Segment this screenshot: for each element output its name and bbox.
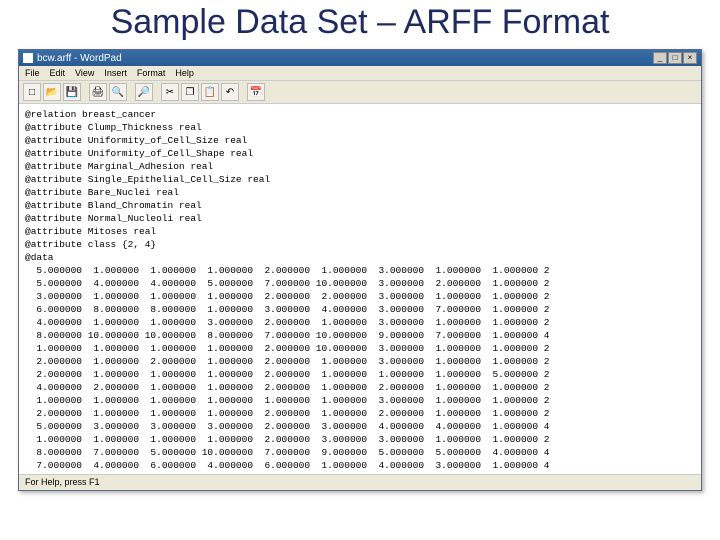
attribute-line: @attribute Clump_Thickness real [25, 121, 695, 134]
data-row: 5.000000 4.000000 4.000000 5.000000 7.00… [25, 277, 695, 290]
cut-icon[interactable]: ✂ [161, 83, 179, 101]
new-icon[interactable]: □ [23, 83, 41, 101]
attribute-line: @attribute Mitoses real [25, 225, 695, 238]
wordpad-window: bcw.arff - WordPad _ □ × File Edit View Ins… [18, 49, 702, 491]
menu-view[interactable]: View [75, 68, 94, 78]
toolbar: □📂💾 🖨🔍 🔎 ✂❐📋↶ 📅 [19, 81, 701, 104]
attribute-line: @attribute Marginal_Adhesion real [25, 160, 695, 173]
preview-icon[interactable]: 🔍 [109, 83, 127, 101]
data-row: 7.000000 4.000000 6.000000 4.000000 6.00… [25, 459, 695, 472]
copy-icon[interactable]: ❐ [181, 83, 199, 101]
attribute-line: @attribute Bland_Chromatin real [25, 199, 695, 212]
data-header-line: @data [25, 251, 695, 264]
data-row: 8.000000 7.000000 5.000000 10.000000 7.0… [25, 446, 695, 459]
attribute-line: @attribute Uniformity_of_Cell_Size real [25, 134, 695, 147]
attribute-line: @attribute Bare_Nuclei real [25, 186, 695, 199]
attribute-line: @attribute Uniformity_of_Cell_Shape real [25, 147, 695, 160]
undo-icon[interactable]: ↶ [221, 83, 239, 101]
menubar: File Edit View Insert Format Help [19, 66, 701, 81]
data-row: 2.000000 1.000000 2.000000 1.000000 2.00… [25, 355, 695, 368]
date-icon[interactable]: 📅 [247, 83, 265, 101]
data-row: 5.000000 1.000000 1.000000 1.000000 2.00… [25, 264, 695, 277]
data-row: 3.000000 1.000000 1.000000 1.000000 2.00… [25, 290, 695, 303]
close-button[interactable]: × [683, 52, 697, 64]
toolbar-separator [155, 83, 159, 101]
find-icon[interactable]: 🔎 [135, 83, 153, 101]
toolbar-separator [129, 83, 133, 101]
titlebar: bcw.arff - WordPad _ □ × [19, 50, 701, 66]
data-row: 1.000000 1.000000 1.000000 1.000000 2.00… [25, 342, 695, 355]
menu-file[interactable]: File [25, 68, 40, 78]
relation-line: @relation breast_cancer [25, 108, 695, 121]
save-icon[interactable]: 💾 [63, 83, 81, 101]
attribute-line: @attribute Single_Epithelial_Cell_Size r… [25, 173, 695, 186]
paste-icon[interactable]: 📋 [201, 83, 219, 101]
toolbar-separator [241, 83, 245, 101]
minimize-button[interactable]: _ [653, 52, 667, 64]
data-row: 6.000000 8.000000 8.000000 1.000000 3.00… [25, 303, 695, 316]
window-title: bcw.arff - WordPad [37, 53, 122, 64]
data-row: 2.000000 1.000000 1.000000 1.000000 2.00… [25, 407, 695, 420]
data-row: 4.000000 1.000000 1.000000 3.000000 2.00… [25, 316, 695, 329]
data-row: 1.000000 1.000000 1.000000 1.000000 2.00… [25, 433, 695, 446]
data-row: 4.000000 2.000000 1.000000 1.000000 2.00… [25, 381, 695, 394]
menu-edit[interactable]: Edit [50, 68, 66, 78]
data-row: 8.000000 10.000000 10.000000 8.000000 7.… [25, 329, 695, 342]
slide-title: Sample Data Set – ARFF Format [0, 0, 720, 49]
attribute-line: @attribute Normal_Nucleoli real [25, 212, 695, 225]
document-content[interactable]: @relation breast_cancer@attribute Clump_… [19, 104, 701, 474]
print-icon[interactable]: 🖨 [89, 83, 107, 101]
app-icon [23, 53, 33, 63]
open-icon[interactable]: 📂 [43, 83, 61, 101]
menu-insert[interactable]: Insert [104, 68, 127, 78]
toolbar-separator [83, 83, 87, 101]
data-row: 2.000000 1.000000 1.000000 1.000000 2.00… [25, 368, 695, 381]
data-row: 1.000000 1.000000 1.000000 1.000000 1.00… [25, 394, 695, 407]
menu-help[interactable]: Help [175, 68, 194, 78]
menu-format[interactable]: Format [137, 68, 166, 78]
data-row: 4.000000 1.000000 1.000000 1.000000 2.00… [25, 472, 695, 474]
data-row: 5.000000 3.000000 3.000000 3.000000 2.00… [25, 420, 695, 433]
statusbar: For Help, press F1 [19, 474, 701, 490]
attribute-line: @attribute class {2, 4} [25, 238, 695, 251]
maximize-button[interactable]: □ [668, 52, 682, 64]
